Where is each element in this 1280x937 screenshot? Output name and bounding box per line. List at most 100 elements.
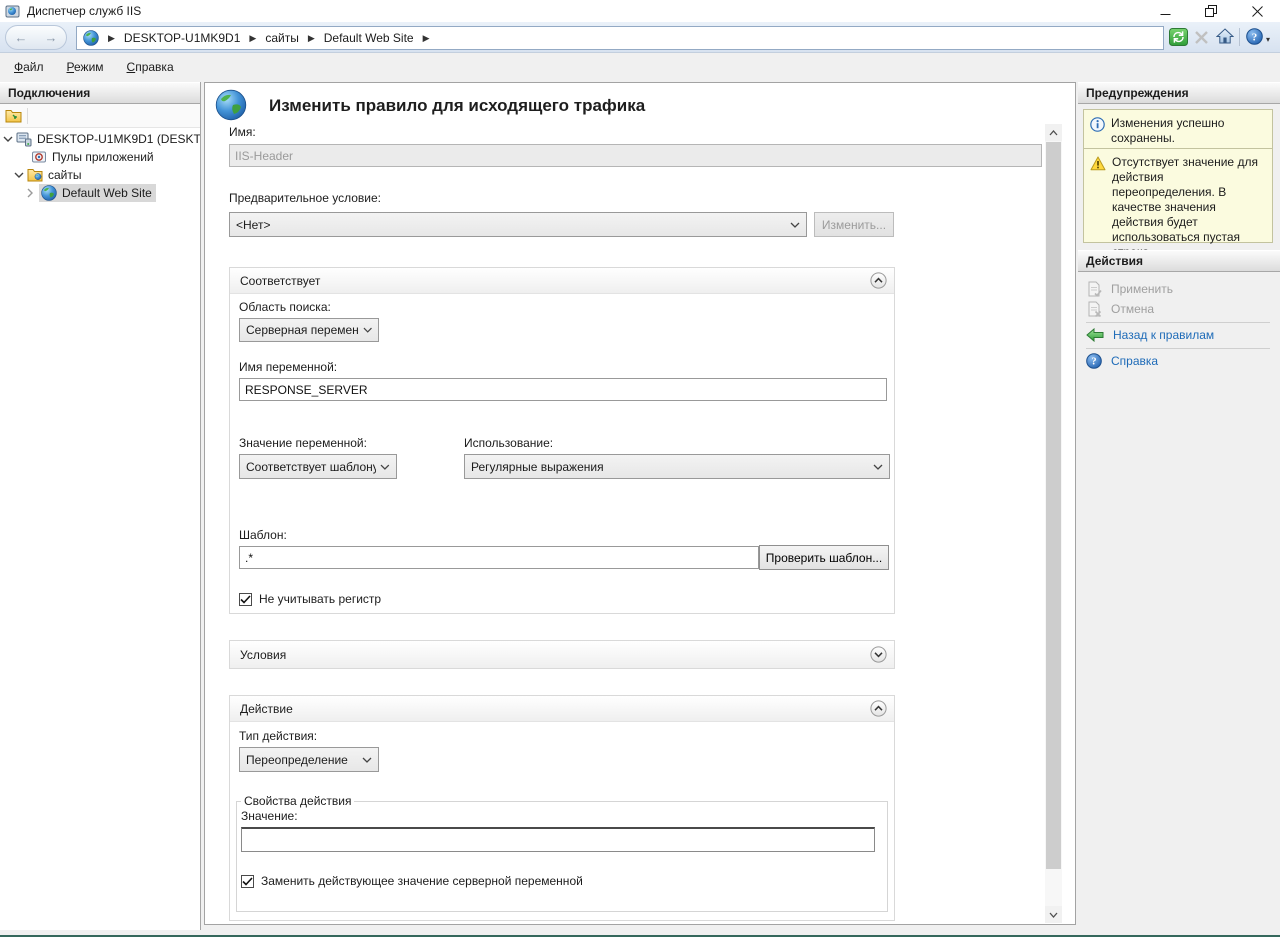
action-properties-title: Свойства действия (241, 794, 354, 808)
menu-view[interactable]: Режим (58, 56, 113, 78)
tree-item-label: Пулы приложений (52, 150, 154, 164)
help-icon[interactable]: ? (1246, 28, 1263, 48)
scroll-up-button[interactable] (1045, 124, 1062, 141)
scope-select[interactable]: Серверная переменн (239, 318, 379, 342)
chevron-collapsed-icon[interactable] (26, 188, 36, 198)
page-globe-icon (215, 89, 247, 124)
ignore-case-label: Не учитывать регистр (259, 592, 381, 606)
checkbox-checked-icon[interactable] (239, 593, 252, 606)
help-link[interactable]: ? Справка (1086, 352, 1158, 370)
sites-folder-icon (27, 168, 43, 182)
chevron-down-icon (363, 327, 372, 333)
close-button[interactable] (1234, 0, 1280, 22)
minimize-button[interactable] (1142, 0, 1188, 22)
precondition-select[interactable]: <Нет> (229, 212, 807, 237)
using-select[interactable]: Регулярные выражения (464, 454, 890, 479)
edit-precondition-button: Изменить... (814, 212, 894, 237)
site-globe-icon (41, 185, 57, 201)
save-connection-folder-icon[interactable] (5, 108, 22, 126)
connections-header: Подключения (0, 82, 200, 104)
conditions-section: Условия (229, 640, 895, 669)
name-input (229, 144, 1042, 167)
tree-item-app-pools[interactable]: Пулы приложений (0, 148, 200, 166)
chevron-expanded-icon[interactable] (14, 171, 24, 179)
match-section-title: Соответствует (240, 274, 320, 288)
warning-icon (1090, 156, 1106, 236)
breadcrumb-arrow-icon: ▶ (308, 33, 315, 44)
help-dropdown-caret-icon[interactable]: ▾ (1266, 35, 1270, 44)
forward-icon[interactable]: → (45, 31, 58, 44)
breadcrumb[interactable]: ▶ DESKTOP-U1MK9D1 ▶ сайты ▶ Default Web … (76, 26, 1164, 50)
replace-existing-label: Заменить действующее значение серверной … (261, 874, 583, 888)
value-label: Значение: (241, 809, 298, 823)
chevron-down-icon (380, 464, 390, 470)
test-pattern-button[interactable]: Проверить шаблон... (759, 545, 889, 570)
alert-info-text: Изменения успешно сохранены. (1111, 116, 1268, 146)
stop-icon (1194, 30, 1209, 48)
variable-name-input[interactable] (239, 378, 887, 401)
globe-icon (83, 30, 99, 46)
menu-file[interactable]: Файл (5, 56, 53, 78)
cancel-icon (1086, 301, 1102, 317)
using-label: Использование: (464, 436, 553, 450)
restore-button[interactable] (1188, 0, 1234, 22)
actions-separator (1086, 348, 1270, 349)
scroll-down-button[interactable] (1045, 906, 1062, 923)
application-pools-icon (31, 149, 47, 165)
breadcrumb-item-default-web-site[interactable]: Default Web Site (324, 31, 414, 45)
svg-text:?: ? (1091, 357, 1096, 368)
tree-item-default-web-site[interactable]: Default Web Site (0, 184, 200, 202)
action-value-input[interactable] (241, 827, 875, 852)
page-title: Изменить правило для исходящего трафика (269, 96, 645, 116)
selected-tree-item[interactable]: Default Web Site (39, 184, 156, 202)
action-properties-group: Свойства действия Значение: Заменить дей… (236, 794, 888, 912)
precondition-label: Предварительное условие: (229, 191, 381, 205)
help-circle-icon: ? (1086, 353, 1102, 369)
replace-checkbox-row[interactable]: Заменить действующее значение серверной … (241, 874, 583, 888)
breadcrumb-arrow-icon: ▶ (423, 33, 430, 44)
actions-separator (1086, 322, 1270, 323)
collapse-section-icon[interactable] (870, 272, 887, 289)
menu-bar: Файл Режим Справка (0, 53, 1280, 81)
connections-toolbar (0, 104, 200, 128)
menu-help[interactable]: Справка (118, 56, 183, 78)
pattern-input[interactable] (239, 546, 759, 569)
tree-item-label: Default Web Site (62, 186, 152, 200)
ignore-case-checkbox-row[interactable]: Не учитывать регистр (239, 592, 381, 606)
vertical-scrollbar[interactable] (1045, 124, 1062, 923)
checkbox-checked-icon[interactable] (241, 875, 254, 888)
collapse-section-icon[interactable] (870, 700, 887, 717)
variable-name-label: Имя переменной: (239, 360, 337, 374)
scrollbar-thumb[interactable] (1046, 142, 1061, 869)
title-bar: Диспетчер служб IIS (0, 0, 1280, 22)
back-arrow-icon (1086, 328, 1104, 342)
home-icon[interactable] (1216, 28, 1234, 47)
server-icon (16, 131, 32, 147)
breadcrumb-item-server[interactable]: DESKTOP-U1MK9D1 (124, 31, 240, 45)
breadcrumb-arrow-icon: ▶ (249, 33, 256, 44)
variable-value-select[interactable]: Соответствует шаблону (239, 454, 397, 479)
tree-item-label: DESKTOP-U1MK9D1 (DESKTOI (37, 132, 200, 146)
cancel-action: Отмена (1086, 300, 1154, 318)
back-icon[interactable]: ← (15, 31, 28, 44)
alert-info: Изменения успешно сохранены. (1083, 109, 1273, 153)
chevron-down-icon (362, 757, 372, 763)
breadcrumb-item-sites[interactable]: сайты (265, 31, 299, 45)
window-title: Диспетчер служб IIS (27, 0, 141, 22)
action-type-label: Тип действия: (239, 729, 317, 743)
connections-panel: Подключения DESKTOP-U1MK9D1 (DESKTOI Пул… (0, 82, 201, 930)
svg-text:?: ? (1252, 31, 1258, 43)
alerts-header: Предупреждения (1078, 82, 1280, 104)
expand-section-icon[interactable] (870, 646, 887, 663)
tree-item-server[interactable]: DESKTOP-U1MK9D1 (DESKTOI (0, 130, 200, 148)
chevron-down-icon (873, 464, 883, 470)
toolbar-divider (1239, 28, 1240, 46)
chevron-expanded-icon[interactable] (3, 135, 13, 143)
back-to-rules-link[interactable]: Назад к правилам (1086, 326, 1214, 344)
tree-item-sites[interactable]: сайты (0, 166, 200, 184)
address-bar: ← → ▶ DESKTOP-U1MK9D1 ▶ сайты ▶ Default … (0, 22, 1280, 53)
refresh-icon[interactable] (1169, 28, 1188, 49)
name-label: Имя: (229, 125, 256, 139)
edit-outbound-rule-page: Изменить правило для исходящего трафика … (204, 82, 1076, 925)
action-type-select[interactable]: Переопределение (239, 747, 379, 772)
